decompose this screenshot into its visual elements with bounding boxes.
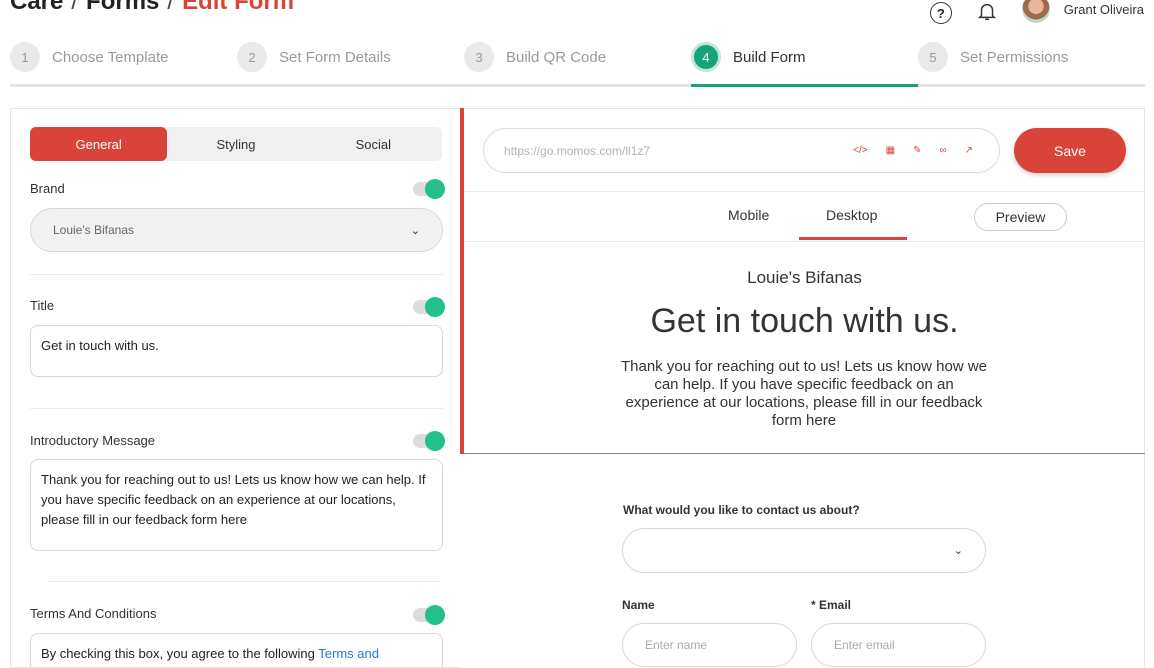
divider (30, 274, 443, 275)
email-input[interactable]: Enter email (811, 623, 986, 667)
chevron-down-icon: ⌄ (953, 545, 963, 557)
brand-select[interactable]: Louie's Bifanas ⌄ (30, 208, 443, 252)
divider (30, 408, 443, 409)
breadcrumb-care[interactable]: Care (10, 0, 63, 15)
active-tab-indicator (799, 237, 907, 240)
step-build-form[interactable]: 4 Build Form (691, 30, 918, 87)
title-label: Title (30, 298, 55, 313)
divider (464, 191, 1145, 192)
breadcrumb-forms[interactable]: Forms (86, 0, 159, 15)
step-number: 4 (691, 42, 721, 72)
terms-textarea[interactable]: By checking this box, you agree to the f… (30, 633, 443, 667)
brand-toggle[interactable] (413, 179, 445, 199)
tab-general[interactable]: General (30, 127, 168, 161)
tab-desktop[interactable]: Desktop (826, 207, 877, 223)
settings-panel: General Styling Social Brand Louie's Bif… (10, 108, 460, 668)
intro-textarea[interactable]: Thank you for reaching out to us! Lets u… (30, 459, 443, 551)
intro-label: Introductory Message (30, 433, 156, 448)
name-label: Name (622, 598, 655, 612)
step-build-qr-code[interactable]: 3 Build QR Code (464, 30, 691, 84)
step-label: Set Form Details (279, 48, 391, 66)
breadcrumb: Care / Forms / Edit Form (10, 0, 294, 16)
preview-panel: https://go.momos.com/ll1z7 </> ▦ ✎ ∞ ↗ S… (464, 108, 1145, 668)
settings-tabs: General Styling Social (30, 127, 442, 161)
brand-label: Brand (30, 181, 65, 196)
qr-code-icon[interactable]: ▦ (886, 145, 895, 156)
form-url-field[interactable]: https://go.momos.com/ll1z7 </> ▦ ✎ ∞ ↗ (483, 128, 1000, 173)
tab-styling[interactable]: Styling (167, 127, 304, 161)
step-number: 1 (10, 42, 40, 72)
tab-mobile[interactable]: Mobile (728, 207, 769, 223)
step-set-permissions[interactable]: 5 Set Permissions (918, 30, 1145, 84)
step-label: Set Permissions (960, 48, 1069, 66)
save-button[interactable]: Save (1014, 128, 1126, 173)
name-input[interactable]: Enter name (622, 623, 797, 667)
chevron-down-icon: ⌄ (410, 224, 420, 237)
step-set-form-details[interactable]: 2 Set Form Details (237, 30, 464, 84)
step-label: Build QR Code (506, 48, 607, 66)
preview-divider (464, 453, 1145, 454)
breadcrumb-current: Edit Form (182, 0, 295, 15)
avatar[interactable] (1021, 0, 1050, 23)
title-toggle[interactable] (413, 297, 445, 317)
edit-pencil-icon[interactable]: ✎ (913, 145, 921, 156)
terms-link[interactable]: Terms and (318, 646, 379, 661)
title-input[interactable]: Get in touch with us. (30, 325, 443, 377)
link-icon[interactable]: ∞ (939, 145, 946, 156)
step-number: 5 (918, 42, 948, 72)
bell-icon[interactable] (976, 0, 998, 22)
step-number: 3 (464, 42, 494, 72)
intro-toggle[interactable] (413, 431, 445, 451)
terms-toggle[interactable] (413, 605, 445, 625)
question-circle-icon[interactable]: ? (929, 2, 952, 24)
tab-social[interactable]: Social (305, 127, 442, 161)
terms-text: By checking this box, you agree to the f… (41, 646, 315, 661)
embed-code-icon[interactable]: </> (853, 145, 867, 156)
top-bar: Care / Forms / Edit Form ? Grant Oliveira (0, 0, 1154, 30)
stepper: 1 Choose Template 2 Set Form Details 3 B… (10, 30, 1145, 87)
external-link-icon[interactable]: ↗ (965, 145, 973, 156)
terms-label: Terms And Conditions (30, 606, 157, 621)
preview-brand: Louie's Bifanas (747, 268, 862, 287)
step-choose-template[interactable]: 1 Choose Template (10, 30, 237, 84)
user-name[interactable]: Grant Oliveira (1064, 2, 1144, 17)
contact-topic-select[interactable]: ⌄ (622, 528, 986, 573)
step-number: 2 (237, 42, 267, 72)
preview-title: Get in touch with us. (650, 302, 959, 340)
preview-button[interactable]: Preview (974, 203, 1067, 231)
step-label: Choose Template (52, 48, 169, 66)
divider (464, 241, 1145, 242)
form-url: https://go.momos.com/ll1z7 (504, 143, 651, 158)
email-label: * Email (811, 598, 852, 612)
brand-select-value: Louie's Bifanas (53, 223, 135, 237)
divider (48, 581, 441, 582)
contact-topic-label: What would you like to contact us about? (623, 503, 860, 517)
step-label: Build Form (733, 48, 806, 66)
preview-intro: Thank you for reaching out to us! Lets u… (620, 358, 988, 429)
